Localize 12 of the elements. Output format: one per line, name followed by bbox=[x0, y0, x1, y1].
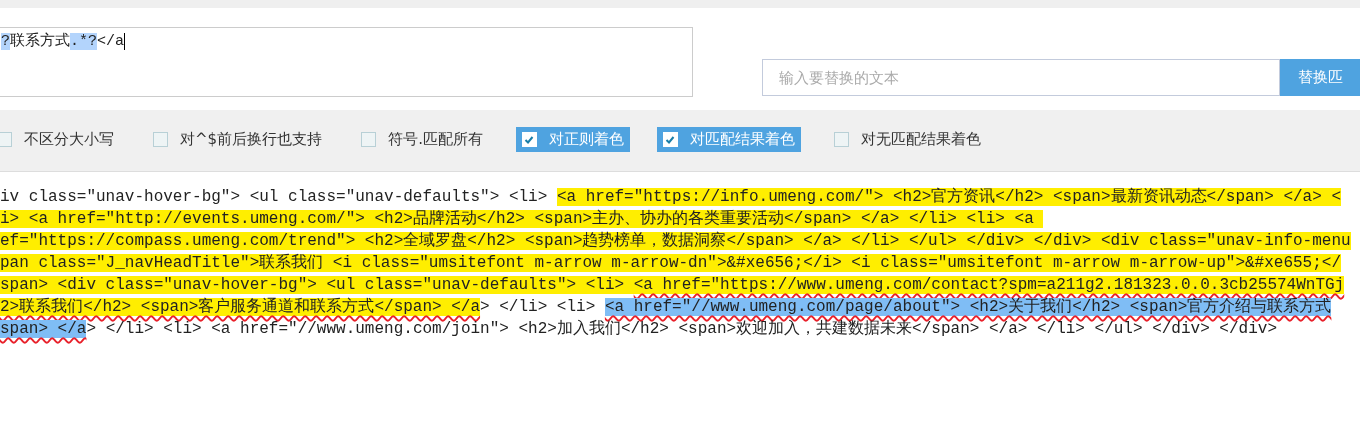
result-code-line: span> </a> </li> <li> <a href="//www.umeng.com/join"> <h2>加入我们</h2> <span>欢迎加入，共建数据未来</span> </a> </li> </ul> </div> </div> bbox=[0, 318, 1278, 340]
option-checkbox[interactable]: 符号.匹配所有 bbox=[355, 127, 489, 152]
check-icon bbox=[524, 134, 535, 145]
option-checkbox[interactable]: 对^$前后换行也支持 bbox=[147, 127, 329, 152]
replace-text-field[interactable]: 输入要替换的文本 bbox=[762, 59, 1280, 96]
regex-input-field[interactable]: ?联系方式.*?</a bbox=[0, 27, 693, 97]
option-checkbox[interactable]: 不区分大小写 bbox=[0, 127, 120, 152]
option-checkbox[interactable]: 对无匹配结果着色 bbox=[827, 127, 987, 152]
check-icon bbox=[665, 134, 676, 145]
result-code-line: iv class="unav-hover-bg"> <ul class="unav-defaults"> <li> <a href="https://info.umeng.com/"> <h2>官方资讯</h2> <span>最新资讯动态</span> </a> < bbox=[0, 186, 1342, 208]
result-code-line: 2>联系我们</h2> <span>客户服务通道和联系方式</span> </a> </li> <li> <a href="//www.umeng.com/page/about"> <h2>关于我们</h2> <span>官方介绍与联系方式 bbox=[0, 296, 1333, 318]
result-code-line: span> <div class="unav-hover-bg"> <ul class="unav-defaults"> <li> <a href="https://www.umeng.com/contact?spm=a211g2.181323.0.0.3cb25574WnTGj bbox=[0, 275, 1346, 296]
